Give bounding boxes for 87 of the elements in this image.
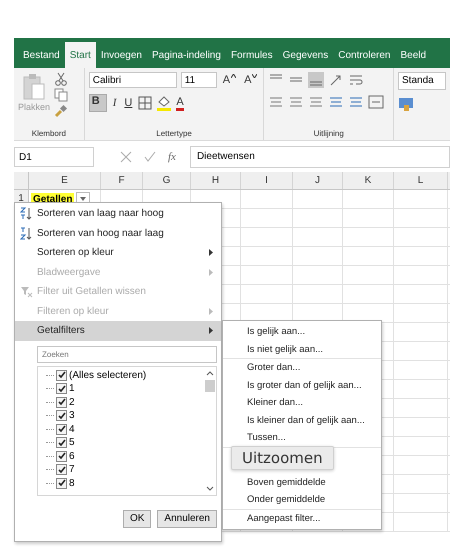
column-header[interactable]: E [29, 172, 101, 189]
caret-down-icon [252, 74, 258, 78]
check-icon[interactable] [144, 151, 156, 163]
ribbon-tab[interactable]: Beeld [395, 42, 432, 68]
caret-up-icon [231, 74, 236, 78]
value-label[interactable]: 6 [69, 450, 75, 462]
borders-icon[interactable] [138, 96, 152, 110]
ribbon-tab[interactable]: Pagina-indeling [146, 42, 226, 68]
column-header[interactable]: I [241, 172, 293, 189]
value-label[interactable]: 2 [69, 396, 75, 408]
scroll-up-icon[interactable] [206, 370, 214, 376]
checkbox[interactable] [56, 478, 67, 489]
scroll-down-icon[interactable] [206, 486, 214, 490]
align-icon[interactable] [308, 72, 324, 88]
checkbox[interactable] [56, 410, 67, 422]
menu-item[interactable]: Sorteren van hoog naar laag [15, 224, 221, 243]
checkbox[interactable] [56, 396, 67, 408]
menu-item[interactable]: Is kleiner dan of gelijk aan... [223, 412, 381, 429]
column-header[interactable]: L [394, 172, 448, 189]
submenu-arrow-icon [209, 327, 213, 334]
value-label[interactable]: 3 [69, 410, 75, 422]
font-name-dropdown[interactable]: Calibri [88, 72, 177, 88]
search-field[interactable]: Zoeken [37, 346, 217, 362]
submenu-arrow-icon [209, 268, 213, 276]
menu-item[interactable]: Sorteren op kleur [15, 243, 221, 262]
grow-font-button[interactable]: A [220, 74, 238, 86]
menu-item[interactable]: Is groter dan of gelijk aan... [223, 376, 381, 394]
checkbox[interactable] [56, 424, 67, 435]
menu-item[interactable]: Boven gemiddelde [223, 474, 381, 491]
name-box[interactable]: D1 [14, 147, 94, 167]
ribbon-tab[interactable]: Bestand [18, 42, 65, 68]
scissors-icon[interactable] [54, 72, 68, 86]
column-header[interactable]: K [343, 172, 394, 189]
underline-button[interactable]: U [122, 97, 134, 109]
column-header[interactable]: F [101, 172, 143, 189]
value-label[interactable]: 4 [69, 424, 75, 435]
conditional-format-icon[interactable] [398, 96, 414, 112]
insert-function-button[interactable]: fx [168, 151, 176, 163]
value-label[interactable]: 1 [69, 383, 75, 394]
merge-icon[interactable] [368, 94, 384, 110]
ribbon-tab[interactable]: Gegevens [278, 42, 334, 68]
column-header[interactable]: G [143, 172, 191, 189]
checkbox[interactable] [56, 437, 67, 448]
italic-button[interactable]: I [110, 97, 118, 109]
cancel-button[interactable]: Annuleren [157, 510, 217, 528]
group-label: Lettertype [155, 129, 193, 138]
fill-color-icon[interactable] [156, 95, 172, 111]
column-header[interactable]: J [293, 172, 343, 189]
clear-filter-icon [20, 286, 32, 298]
ribbon-tab[interactable]: Start [64, 42, 96, 68]
menu-item[interactable]: Getalfilters [15, 321, 221, 340]
ok-button[interactable]: OK [122, 510, 152, 528]
clipboard-icon[interactable] [21, 72, 48, 102]
menu-item[interactable]: Aangepast filter... [223, 510, 381, 527]
value-label[interactable]: (Alles selecteren) [69, 370, 146, 381]
submenu-arrow-icon [209, 308, 213, 315]
ribbon-tab[interactable]: Invoegen [96, 42, 147, 68]
menu-item[interactable]: Is niet gelijk aan... [223, 340, 381, 359]
checkbox[interactable] [56, 370, 67, 381]
font-size-dropdown[interactable]: 11 [180, 72, 217, 88]
value-label[interactable]: 8 [69, 478, 75, 489]
menu-item[interactable]: Onder gemiddelde [223, 491, 381, 510]
ribbon-tab[interactable]: Controleren [333, 42, 396, 68]
number-format-dropdown[interactable]: Standa [398, 72, 446, 90]
menu-item[interactable]: Kleiner dan... [223, 394, 381, 412]
menu-item[interactable]: Groter dan... [223, 359, 381, 376]
bold-button[interactable]: B [88, 94, 107, 112]
value-label[interactable]: 5 [69, 437, 75, 448]
group-label: Klembord [30, 129, 67, 138]
formula-field[interactable]: Dieetwensen [190, 146, 450, 168]
ribbon-tab[interactable]: Formules [226, 42, 278, 68]
column-header[interactable]: H [191, 172, 241, 189]
tooltip: Uitzoomen [231, 446, 334, 470]
scrollbar-thumb[interactable] [205, 380, 215, 392]
checkbox[interactable] [56, 450, 67, 462]
brush-icon[interactable] [54, 104, 68, 118]
sort-descending-icon [20, 226, 32, 240]
shrink-font-button[interactable]: A [242, 74, 260, 86]
checkbox[interactable] [56, 464, 67, 476]
sort-ascending-icon [20, 207, 32, 220]
copy-icon[interactable] [54, 88, 68, 102]
value-label[interactable]: 7 [69, 464, 75, 476]
font-color-button[interactable]: A [176, 96, 184, 110]
group-label: Uitlijning [312, 129, 345, 138]
submenu-arrow-icon [209, 249, 213, 256]
menu-item[interactable]: Is gelijk aan... [223, 323, 381, 340]
checkbox[interactable] [56, 383, 67, 394]
